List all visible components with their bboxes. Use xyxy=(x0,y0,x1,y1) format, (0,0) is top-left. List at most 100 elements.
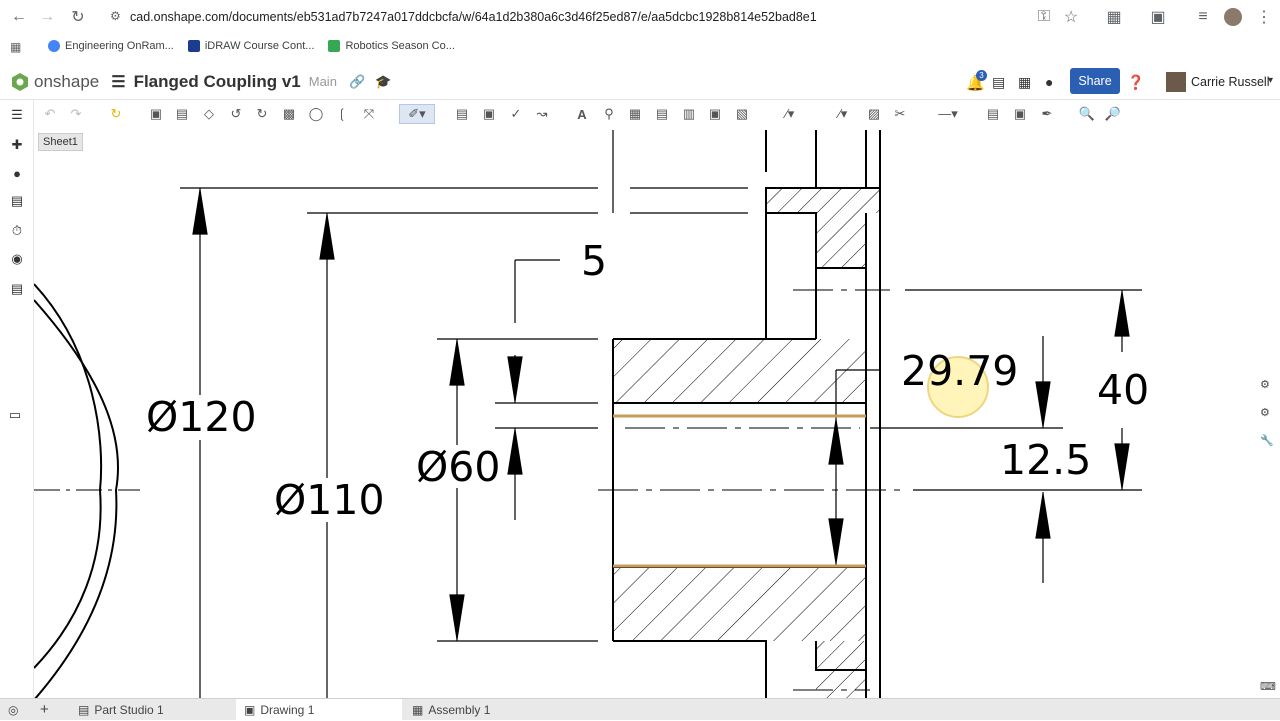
reload-icon[interactable]: ↻ xyxy=(64,3,92,31)
crop-view-icon[interactable]: ⤧ xyxy=(359,104,379,124)
apps-icon[interactable]: ▦ xyxy=(10,40,21,54)
text-icon[interactable]: A xyxy=(572,104,592,124)
update-icon[interactable]: ↻ xyxy=(106,104,126,124)
end-view-arcs xyxy=(34,283,120,698)
render-studio-icon[interactable]: ● xyxy=(1045,74,1053,90)
extensions-icon[interactable]: ▦ xyxy=(1100,3,1128,31)
broken-out-section-icon[interactable]: ▩ xyxy=(279,104,299,124)
balloon-icon[interactable]: ⚲ xyxy=(599,104,619,124)
properties-icon[interactable]: ▤ xyxy=(8,192,26,210)
dimension-12-5[interactable]: 12.5 xyxy=(1000,440,1091,481)
finish-icon[interactable]: ✓ xyxy=(506,104,526,124)
projected-view-icon[interactable]: ▤ xyxy=(172,104,192,124)
key-icon[interactable]: ⚿ xyxy=(1030,3,1058,31)
auxiliary-view-icon[interactable]: ◇ xyxy=(199,104,219,124)
sketch-tool-icon[interactable]: ✐▾ xyxy=(399,104,435,124)
keyboard-icon[interactable]: ⌨ xyxy=(1260,680,1276,696)
star-icon[interactable]: ☆ xyxy=(1057,3,1085,31)
bookmark-label: Robotics Season Co... xyxy=(345,40,455,52)
dimension-29-79[interactable]: 29.79 xyxy=(901,351,1018,392)
dimension-5[interactable]: 5 xyxy=(581,241,607,282)
address-bar[interactable]: ⚙ cad.onshape.com/documents/eb531ad7b724… xyxy=(102,4,1092,30)
drawing-canvas[interactable]: Ø120 Ø110 Ø60 5 29.79 40 12.5 xyxy=(34,130,1256,698)
menu-icon[interactable]: ⋮ xyxy=(1250,3,1278,31)
bookmark-label: iDRAW Course Cont... xyxy=(204,40,315,52)
filter-icon[interactable]: ⚙ xyxy=(1260,378,1276,394)
document-tabs: + ◎ ▤ Part Studio 1 ▣ Drawing 1 ▦ Assemb… xyxy=(0,698,1280,721)
view-cube-icon[interactable]: ▭ xyxy=(6,406,24,424)
app-store-icon[interactable]: ▦ xyxy=(1018,74,1031,91)
callout-icon[interactable]: ▣ xyxy=(479,104,499,124)
onshape-logo[interactable]: onshape xyxy=(10,72,99,92)
dimension-d120[interactable]: Ø120 xyxy=(146,397,257,438)
user-avatar[interactable] xyxy=(1166,72,1186,92)
chevron-down-icon[interactable]: ▾ xyxy=(1268,75,1273,86)
url-text: cad.onshape.com/documents/eb531ad7b7247a… xyxy=(130,10,817,24)
dimension-icon[interactable]: ∕▾ xyxy=(772,104,808,124)
notifications-badge: 3 xyxy=(976,70,987,81)
wrench-icon[interactable]: 🔧 xyxy=(1260,434,1276,450)
pen-icon[interactable]: ✒ xyxy=(1037,104,1057,124)
logo-text: onshape xyxy=(34,71,100,91)
zoom-window-icon[interactable]: 🔎 xyxy=(1103,104,1123,124)
versions-icon[interactable]: ⏱ xyxy=(8,222,26,240)
learning-icon[interactable]: 🎓 xyxy=(375,74,391,90)
forward-icon[interactable]: → xyxy=(33,3,61,31)
redo-icon[interactable]: ↷ xyxy=(66,104,86,124)
break-view-icon[interactable]: ❲ xyxy=(332,104,352,124)
line-style-icon[interactable]: —▾ xyxy=(930,104,966,124)
profile-avatar[interactable] xyxy=(1224,8,1242,26)
dimension-d110[interactable]: Ø110 xyxy=(274,480,385,521)
detail-view-icon[interactable]: ◯ xyxy=(306,104,326,124)
aligned-section-icon[interactable]: ↻ xyxy=(252,104,272,124)
site-info-icon[interactable]: ⚙ xyxy=(110,9,121,23)
comments-icon[interactable]: ● xyxy=(8,164,26,182)
hole-table-icon[interactable]: ▥ xyxy=(679,104,699,124)
selection-filter-icon[interactable]: ⚙ xyxy=(1260,406,1276,422)
insert-tab-icon[interactable]: + xyxy=(40,701,49,718)
cast-icon[interactable]: ▣ xyxy=(1144,3,1172,31)
branch-label[interactable]: Main xyxy=(309,74,337,89)
tab-label: Assembly 1 xyxy=(428,703,491,717)
line-tool-icon[interactable]: ∕▾ xyxy=(825,104,861,124)
weld-icon[interactable]: ↝ xyxy=(532,104,552,124)
reading-list-icon[interactable]: ≡ xyxy=(1189,3,1217,31)
feature-list-icon[interactable]: ☰ xyxy=(8,106,26,124)
hamburger-menu-icon[interactable]: ☰ xyxy=(111,72,125,92)
hatch-icon[interactable]: ▨ xyxy=(864,104,884,124)
tab-part-studio[interactable]: ▤ Part Studio 1 xyxy=(70,699,234,721)
trim-icon[interactable]: ✂ xyxy=(890,104,910,124)
part-studio-icon: ▤ xyxy=(78,703,90,717)
insert-icon[interactable]: ✚ xyxy=(8,136,26,154)
inspection-table-icon[interactable]: ▧ xyxy=(732,104,752,124)
bookmark-robotics[interactable]: Robotics Season Co... xyxy=(328,40,455,52)
tab-manager-icon[interactable]: ◎ xyxy=(8,703,18,717)
revision-table-icon[interactable]: ▣ xyxy=(705,104,725,124)
table-icon[interactable]: ▦ xyxy=(625,104,645,124)
idraw-icon xyxy=(187,40,200,52)
bom-icon[interactable]: ▤ xyxy=(652,104,672,124)
bookmark-engineering[interactable]: Engineering OnRam... xyxy=(48,40,174,52)
back-icon[interactable]: ← xyxy=(5,3,33,31)
zoom-fit-icon[interactable]: 🔍 xyxy=(1077,104,1097,124)
insert-image-icon[interactable]: ▣ xyxy=(1010,104,1030,124)
search-icon[interactable]: ◉ xyxy=(8,250,26,268)
insert-view-icon[interactable]: ▣ xyxy=(146,104,166,124)
note-icon[interactable]: ▤ xyxy=(452,104,472,124)
notes-icon[interactable]: ▤ xyxy=(8,280,26,298)
link-icon[interactable]: 🔗 xyxy=(349,74,365,90)
tab-assembly[interactable]: ▦ Assembly 1 xyxy=(404,699,570,721)
user-name[interactable]: Carrie Russell xyxy=(1191,75,1270,89)
document-title[interactable]: Flanged Coupling v1 xyxy=(134,72,301,92)
share-button[interactable]: Share xyxy=(1070,68,1120,94)
bookmark-idraw[interactable]: iDRAW Course Cont... xyxy=(187,40,315,52)
tab-drawing[interactable]: ▣ Drawing 1 xyxy=(236,699,402,721)
help-icon[interactable]: ❓ xyxy=(1127,74,1144,91)
undo-icon[interactable]: ↶ xyxy=(40,104,60,124)
dimension-40[interactable]: 40 xyxy=(1097,370,1149,411)
tasks-icon[interactable]: ▤ xyxy=(992,74,1005,91)
dimension-d60[interactable]: Ø60 xyxy=(416,447,500,488)
sheets-icon xyxy=(328,40,341,52)
export-dxf-icon[interactable]: ▤ xyxy=(983,104,1003,124)
section-view-icon[interactable]: ↺ xyxy=(226,104,246,124)
